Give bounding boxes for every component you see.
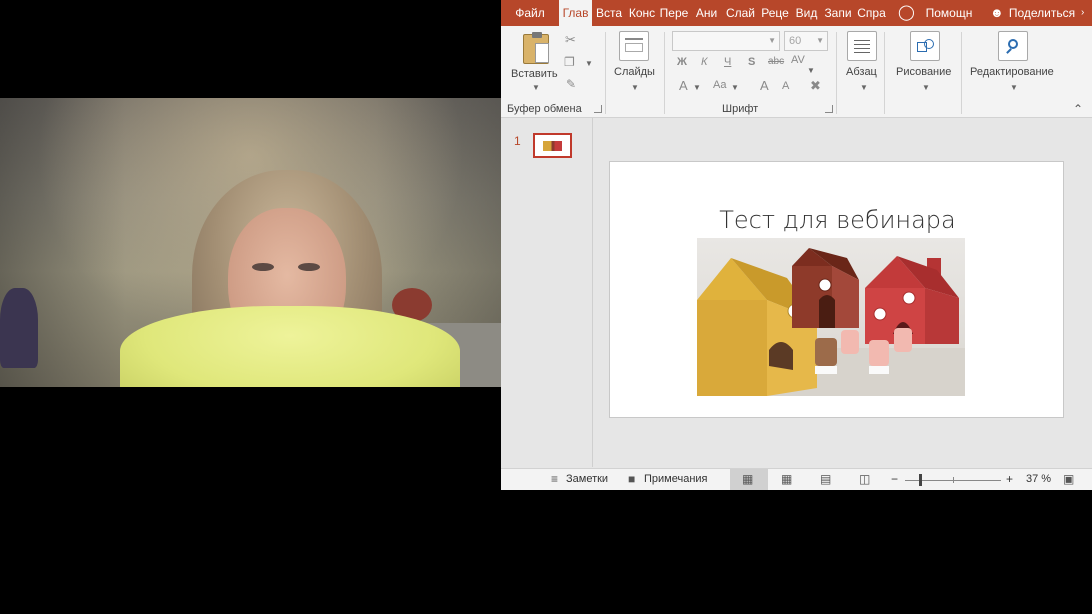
chevron-down-icon[interactable]: ▼ bbox=[816, 32, 824, 50]
font-name-combo[interactable]: ▼ bbox=[672, 31, 780, 51]
clear-formatting-icon[interactable]: ✖ bbox=[810, 78, 821, 94]
chevron-down-icon[interactable]: ▼ bbox=[693, 83, 701, 92]
group-divider bbox=[836, 32, 837, 114]
chevron-down-icon[interactable]: ▼ bbox=[807, 66, 815, 75]
slide-editor: Тест для вебинара bbox=[594, 118, 1092, 467]
change-case-button[interactable]: Aa bbox=[713, 79, 726, 91]
paste-button[interactable]: Вставить bbox=[511, 68, 558, 80]
tab-slideshow[interactable]: Слай bbox=[723, 0, 758, 26]
screen: Файл Глав Вста Конс Пере Ани Слай Реце В… bbox=[0, 0, 1092, 614]
zoom-slider-center-tick bbox=[953, 477, 954, 483]
chevron-down-icon[interactable]: ▼ bbox=[922, 83, 930, 92]
font-color-button[interactable]: A bbox=[679, 78, 688, 93]
character-spacing-button[interactable]: AV bbox=[791, 54, 805, 66]
shapes-icon[interactable] bbox=[910, 31, 940, 61]
status-bar: ≡ Заметки ■ Примечания ▦ ▦ ▤ ◫ − + 37 % … bbox=[501, 468, 1092, 490]
chevron-right-icon[interactable]: › bbox=[1081, 0, 1084, 26]
webcam-toy-left bbox=[0, 288, 38, 368]
comments-button[interactable]: Примечания bbox=[644, 473, 708, 485]
chevron-down-icon[interactable]: ▼ bbox=[585, 59, 593, 68]
slides-button[interactable]: Слайды bbox=[614, 66, 655, 78]
webcam-person-shirt bbox=[120, 306, 460, 387]
webcam-person-eye bbox=[298, 263, 320, 271]
slide-thumbnail-pane: 1 bbox=[501, 118, 593, 467]
font-size-value: 60 bbox=[789, 35, 802, 47]
group-divider bbox=[884, 32, 885, 114]
new-slide-icon[interactable] bbox=[619, 31, 649, 61]
tab-file[interactable]: Файл bbox=[501, 0, 559, 26]
lightbulb-icon[interactable]: ◯ bbox=[898, 0, 915, 26]
tab-help[interactable]: Спра bbox=[855, 0, 888, 26]
tab-review[interactable]: Реце bbox=[758, 0, 792, 26]
normal-view-icon: ▦ bbox=[742, 472, 754, 486]
zoom-slider-handle[interactable] bbox=[919, 474, 922, 486]
group-divider bbox=[664, 32, 665, 114]
editing-button[interactable]: Редактирование bbox=[970, 66, 1054, 78]
notes-icon[interactable]: ≡ bbox=[551, 472, 558, 486]
zoom-out-button[interactable]: − bbox=[891, 472, 898, 486]
tab-design[interactable]: Конс bbox=[626, 0, 658, 26]
paragraph-icon[interactable] bbox=[847, 31, 877, 61]
grow-font-button[interactable]: A bbox=[760, 78, 769, 93]
tab-view[interactable]: Вид bbox=[792, 0, 821, 26]
chevron-down-icon[interactable]: ▼ bbox=[1010, 83, 1018, 92]
webcam-person-eye bbox=[252, 263, 274, 271]
slide-sorter-icon[interactable]: ▦ bbox=[781, 472, 792, 486]
dialog-launcher-icon[interactable] bbox=[594, 105, 602, 113]
person-icon[interactable]: ☻ bbox=[990, 0, 1004, 26]
search-icon[interactable] bbox=[998, 31, 1028, 61]
powerpoint-window: Файл Глав Вста Конс Пере Ани Слай Реце В… bbox=[501, 0, 1092, 490]
houses-illustration bbox=[697, 248, 965, 396]
paragraph-button[interactable]: Абзац bbox=[846, 66, 877, 78]
format-painter-icon[interactable]: ✎ bbox=[566, 77, 576, 91]
chevron-down-icon[interactable]: ▼ bbox=[860, 83, 868, 92]
dialog-launcher-icon[interactable] bbox=[825, 105, 833, 113]
webcam-video bbox=[0, 98, 501, 387]
copy-icon[interactable]: ❐ bbox=[564, 55, 575, 69]
chevron-down-icon[interactable]: ▼ bbox=[532, 83, 540, 92]
notes-button[interactable]: Заметки bbox=[566, 473, 608, 485]
chevron-down-icon[interactable]: ▼ bbox=[631, 83, 639, 92]
text-shadow-button[interactable]: S bbox=[748, 56, 755, 68]
slide-picture[interactable] bbox=[697, 238, 965, 396]
tab-transitions[interactable]: Пере bbox=[658, 0, 690, 26]
scissors-icon[interactable]: ✂ bbox=[565, 32, 576, 48]
ribbon-tab-bar: Файл Глав Вста Конс Пере Ани Слай Реце В… bbox=[501, 0, 1092, 26]
font-size-combo[interactable]: 60 ▼ bbox=[784, 31, 828, 51]
underline-button[interactable]: Ч bbox=[724, 56, 731, 68]
collapse-ribbon-icon[interactable]: ⌃ bbox=[1073, 102, 1083, 116]
fit-slide-icon[interactable]: ▣ bbox=[1063, 472, 1074, 486]
tab-insert[interactable]: Вста bbox=[592, 0, 626, 26]
tab-record[interactable]: Запи bbox=[821, 0, 855, 26]
italic-button[interactable]: К bbox=[701, 56, 707, 68]
normal-view-button[interactable]: ▦ bbox=[730, 469, 768, 490]
strikethrough-button[interactable]: abc bbox=[768, 56, 784, 67]
tell-me-button[interactable]: Помощн bbox=[919, 0, 979, 26]
clipboard-icon[interactable] bbox=[523, 32, 549, 64]
slide[interactable]: Тест для вебинара bbox=[609, 161, 1064, 418]
drawing-button[interactable]: Рисование bbox=[896, 66, 951, 78]
clipboard-group-label: Буфер обмена bbox=[507, 103, 582, 115]
zoom-level[interactable]: 37 % bbox=[1026, 473, 1051, 485]
zoom-in-button[interactable]: + bbox=[1006, 472, 1013, 486]
font-group-label: Шрифт bbox=[722, 103, 759, 115]
ribbon-home: Вставить ▼ ✂ ❐ ▼ ✎ Буфер обмена Слайды ▼… bbox=[501, 26, 1092, 118]
tab-home[interactable]: Глав bbox=[559, 0, 592, 26]
reading-view-icon[interactable]: ▤ bbox=[820, 472, 831, 486]
slideshow-icon[interactable]: ◫ bbox=[859, 472, 870, 486]
group-divider bbox=[961, 32, 962, 114]
chevron-down-icon[interactable]: ▼ bbox=[768, 32, 776, 50]
slide-title[interactable]: Тест для вебинара bbox=[610, 206, 1065, 234]
thumbnail-number: 1 bbox=[514, 134, 521, 148]
slide-thumbnail[interactable] bbox=[533, 133, 572, 158]
bold-button[interactable]: Ж bbox=[677, 56, 687, 68]
group-divider bbox=[605, 32, 606, 114]
comments-icon[interactable]: ■ bbox=[628, 472, 635, 486]
shrink-font-button[interactable]: A bbox=[782, 80, 789, 92]
chevron-down-icon[interactable]: ▼ bbox=[731, 83, 739, 92]
thumbnail-image bbox=[543, 141, 562, 151]
tab-animations[interactable]: Ани bbox=[690, 0, 723, 26]
share-button[interactable]: Поделиться bbox=[1007, 0, 1077, 26]
